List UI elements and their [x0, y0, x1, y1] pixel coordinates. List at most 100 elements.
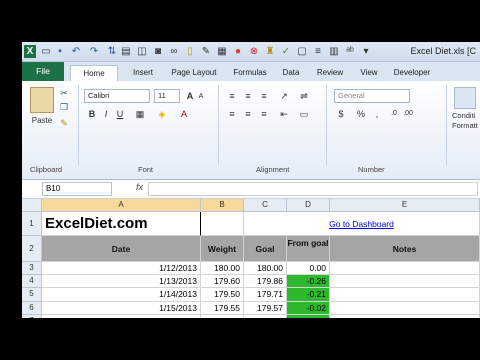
row-header-6[interactable]: 6 — [22, 301, 42, 315]
align-right-icon[interactable]: ≡ — [258, 108, 270, 120]
row-header-1[interactable]: 1 — [22, 212, 42, 236]
wrap-text-icon[interactable]: ⇌ — [298, 90, 310, 102]
row-header-2[interactable]: 2 — [22, 236, 42, 262]
font-size-dropdown[interactable]: 11 — [154, 89, 180, 103]
insert-function-button[interactable]: fx — [136, 182, 143, 192]
goal-cell[interactable]: 180.00 — [244, 262, 287, 276]
goal-cell[interactable]: 179.57 — [244, 301, 287, 315]
align-bottom-icon[interactable]: ≡ — [258, 90, 270, 102]
indent-icon[interactable]: ⇤ — [278, 108, 290, 120]
new-icon[interactable]: ▯ — [184, 45, 196, 58]
increase-decimal-icon[interactable]: .0 — [388, 108, 400, 120]
comma-button[interactable]: , — [372, 108, 382, 120]
from-goal-cell[interactable]: -0.21 — [287, 288, 330, 302]
column-header-c[interactable]: C — [244, 199, 287, 212]
notes-cell[interactable] — [330, 314, 480, 318]
copy-icon[interactable]: ❐ — [58, 101, 70, 113]
align-icon[interactable]: ≡ — [312, 45, 324, 58]
align-center-icon[interactable]: ≡ — [242, 108, 254, 120]
bold-button[interactable]: B — [86, 108, 98, 120]
percent-button[interactable]: % — [356, 108, 366, 120]
conditional-formatting-icon[interactable] — [454, 87, 476, 109]
align-left-icon[interactable]: ≡ — [226, 108, 238, 120]
goal-cell[interactable]: 179.86 — [244, 275, 287, 289]
link-icon[interactable]: ∞ — [168, 45, 180, 58]
conditional-formatting-button[interactable]: Conditi Formatt — [452, 111, 480, 131]
customize-icon[interactable]: ▾ — [360, 45, 372, 58]
paste-button[interactable]: Paste — [28, 115, 56, 127]
font-name-dropdown[interactable]: Calibri — [84, 89, 150, 103]
tab-view[interactable]: View — [356, 65, 382, 81]
from-goal-cell[interactable]: -0.26 — [287, 275, 330, 289]
from-goal-cell[interactable]: -0.02 — [287, 301, 330, 315]
window-icon[interactable]: ▢ — [296, 45, 308, 58]
column-header-e[interactable]: E — [330, 199, 480, 212]
borders-icon[interactable]: ▦ — [134, 108, 146, 120]
tab-review[interactable]: Review — [312, 65, 348, 81]
tab-formulas[interactable]: Formulas — [228, 65, 272, 81]
italic-button[interactable]: I — [100, 108, 112, 120]
currency-button[interactable]: $ — [336, 108, 346, 120]
trophy-icon[interactable]: ♜ — [264, 45, 276, 58]
calc-icon[interactable]: ▥ — [328, 45, 340, 58]
underline-button[interactable]: U — [114, 108, 126, 120]
align-middle-icon[interactable]: ≡ — [242, 90, 254, 102]
check-icon[interactable]: ✓ — [280, 45, 292, 58]
decrease-decimal-icon[interactable]: .00 — [402, 108, 414, 120]
save-icon[interactable]: ▪ — [54, 45, 66, 58]
record-icon[interactable]: ● — [232, 45, 244, 58]
notes-cell[interactable] — [330, 288, 480, 302]
tab-insert[interactable]: Insert — [126, 65, 160, 81]
tab-home[interactable]: Home — [70, 65, 118, 81]
format-painter-icon[interactable]: ✎ — [58, 117, 70, 129]
dashboard-link[interactable]: Go to Dashboard — [244, 212, 480, 236]
row-header-7[interactable]: 7 — [22, 314, 42, 318]
row-header-5[interactable]: 5 — [22, 288, 42, 302]
preview-icon[interactable]: ◫ — [136, 45, 148, 58]
number-format-dropdown[interactable]: General — [334, 89, 410, 103]
row-header-4[interactable]: 4 — [22, 275, 42, 289]
date-cell[interactable]: 1/15/2013 — [42, 301, 201, 315]
column-header-b[interactable]: B — [201, 199, 244, 212]
date-cell[interactable]: 1/12/2013 — [42, 262, 201, 276]
date-cell[interactable]: 1/13/2013 — [42, 275, 201, 289]
align-top-icon[interactable]: ≡ — [226, 90, 238, 102]
notes-cell[interactable] — [330, 301, 480, 315]
merge-icon[interactable]: ▭ — [298, 108, 310, 120]
paste-icon[interactable] — [30, 87, 54, 113]
grow-font-icon[interactable]: A — [184, 90, 196, 102]
cut-icon[interactable]: ✂ — [58, 87, 70, 99]
tab-page-layout[interactable]: Page Layout — [168, 65, 220, 81]
select-all-corner[interactable] — [22, 199, 42, 212]
from-goal-cell[interactable]: -0.43 — [287, 314, 330, 318]
sort-icon[interactable]: ⇅ — [106, 45, 118, 58]
camera-icon[interactable]: ◙ — [152, 45, 164, 58]
goal-cell[interactable]: 179.43 — [244, 314, 287, 318]
shrink-font-icon[interactable]: A — [196, 91, 206, 103]
notes-cell[interactable] — [330, 262, 480, 276]
goal-cell[interactable]: 179.71 — [244, 288, 287, 302]
redo-icon[interactable]: ↷ — [88, 45, 100, 58]
column-header-a[interactable]: A — [42, 199, 201, 212]
notes-cell[interactable] — [330, 275, 480, 289]
font-color-icon[interactable]: A — [178, 108, 190, 120]
stop-icon[interactable]: ⊗ — [248, 45, 260, 58]
column-header-d[interactable]: D — [287, 199, 330, 212]
weight-cell[interactable]: 179.50 — [201, 288, 244, 302]
open-icon[interactable]: ▭ — [40, 45, 52, 58]
row-header-3[interactable]: 3 — [22, 262, 42, 276]
undo-icon[interactable]: ↶ — [70, 45, 82, 58]
grid-icon[interactable]: ▦ — [216, 45, 228, 58]
date-cell[interactable]: 1/14/2013 — [42, 288, 201, 302]
weight-cell[interactable]: 179.60 — [201, 275, 244, 289]
weight-cell[interactable]: 179.00 — [201, 314, 244, 318]
from-goal-cell[interactable]: 0.00 — [287, 262, 330, 276]
name-box[interactable]: B10 — [42, 182, 112, 196]
cell[interactable] — [201, 212, 244, 236]
weight-cell[interactable]: 180.00 — [201, 262, 244, 276]
abc-icon[interactable]: ᵃᵇ — [344, 45, 356, 58]
orientation-icon[interactable]: ↗ — [278, 90, 290, 102]
formula-input[interactable] — [148, 182, 478, 196]
fill-color-icon[interactable]: ◈ — [156, 108, 168, 120]
tab-developer[interactable]: Developer — [390, 65, 434, 81]
